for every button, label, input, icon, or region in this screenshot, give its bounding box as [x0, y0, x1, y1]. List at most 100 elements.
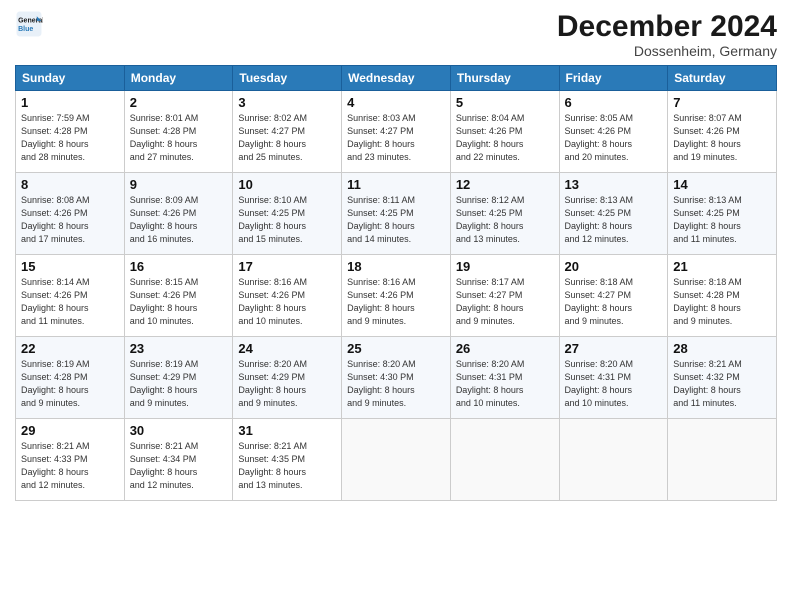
calendar-cell: 13 Sunrise: 8:13 AM Sunset: 4:25 PM Dayli…	[559, 173, 668, 255]
day-number: 28	[673, 341, 771, 356]
calendar-cell: 7 Sunrise: 8:07 AM Sunset: 4:26 PM Daylig…	[668, 91, 777, 173]
calendar-cell: 26 Sunrise: 8:20 AM Sunset: 4:31 PM Dayli…	[450, 337, 559, 419]
calendar-cell: 10 Sunrise: 8:10 AM Sunset: 4:25 PM Dayli…	[233, 173, 342, 255]
day-number: 4	[347, 95, 445, 110]
day-number: 26	[456, 341, 554, 356]
day-number: 12	[456, 177, 554, 192]
calendar-cell: 9 Sunrise: 8:09 AM Sunset: 4:26 PM Daylig…	[124, 173, 233, 255]
day-info: Sunrise: 8:07 AM Sunset: 4:26 PM Dayligh…	[673, 112, 771, 164]
calendar-cell: 6 Sunrise: 8:05 AM Sunset: 4:26 PM Daylig…	[559, 91, 668, 173]
logo: General Blue	[15, 10, 43, 38]
calendar-table: SundayMondayTuesdayWednesdayThursdayFrid…	[15, 65, 777, 501]
calendar-cell: 17Sunrise: 8:16 AM Sunset: 4:26 PM Dayli…	[233, 255, 342, 337]
calendar-cell: 21 Sunrise: 8:18 AM Sunset: 4:28 PM Dayli…	[668, 255, 777, 337]
day-number: 6	[565, 95, 663, 110]
calendar-cell: 11Sunrise: 8:11 AM Sunset: 4:25 PM Dayli…	[342, 173, 451, 255]
day-info: Sunrise: 8:10 AM Sunset: 4:25 PM Dayligh…	[238, 194, 336, 246]
day-number: 7	[673, 95, 771, 110]
calendar-week-row: 1Sunrise: 7:59 AM Sunset: 4:28 PM Daylig…	[16, 91, 777, 173]
day-info: Sunrise: 8:20 AM Sunset: 4:31 PM Dayligh…	[565, 358, 663, 410]
calendar-week-row: 15 Sunrise: 8:14 AM Sunset: 4:26 PM Dayli…	[16, 255, 777, 337]
page-header: General Blue December 2024 Dossenheim, G…	[15, 10, 777, 59]
day-info: Sunrise: 8:21 AM Sunset: 4:34 PM Dayligh…	[130, 440, 228, 492]
day-number: 3	[238, 95, 336, 110]
day-info: Sunrise: 8:09 AM Sunset: 4:26 PM Dayligh…	[130, 194, 228, 246]
day-info: Sunrise: 8:21 AM Sunset: 4:33 PM Dayligh…	[21, 440, 119, 492]
day-number: 9	[130, 177, 228, 192]
day-number: 21	[673, 259, 771, 274]
day-info: Sunrise: 8:20 AM Sunset: 4:31 PM Dayligh…	[456, 358, 554, 410]
day-number: 17	[238, 259, 336, 274]
day-number: 2	[130, 95, 228, 110]
calendar-cell: 2 Sunrise: 8:01 AM Sunset: 4:28 PM Daylig…	[124, 91, 233, 173]
calendar-cell: 27Sunrise: 8:20 AM Sunset: 4:31 PM Dayli…	[559, 337, 668, 419]
day-number: 15	[21, 259, 119, 274]
calendar-cell: 20 Sunrise: 8:18 AM Sunset: 4:27 PM Dayli…	[559, 255, 668, 337]
svg-text:General: General	[18, 17, 43, 24]
day-info: Sunrise: 8:05 AM Sunset: 4:26 PM Dayligh…	[565, 112, 663, 164]
day-number: 5	[456, 95, 554, 110]
calendar-week-row: 8 Sunrise: 8:08 AM Sunset: 4:26 PM Daylig…	[16, 173, 777, 255]
weekday-header: Saturday	[668, 66, 777, 91]
day-number: 23	[130, 341, 228, 356]
day-number: 16	[130, 259, 228, 274]
day-number: 19	[456, 259, 554, 274]
calendar-cell: 1Sunrise: 7:59 AM Sunset: 4:28 PM Daylig…	[16, 91, 125, 173]
calendar-cell: 8 Sunrise: 8:08 AM Sunset: 4:26 PM Daylig…	[16, 173, 125, 255]
day-info: Sunrise: 8:15 AM Sunset: 4:26 PM Dayligh…	[130, 276, 228, 328]
calendar-cell: 12 Sunrise: 8:12 AM Sunset: 4:25 PM Dayli…	[450, 173, 559, 255]
day-number: 13	[565, 177, 663, 192]
calendar-cell: 28 Sunrise: 8:21 AM Sunset: 4:32 PM Dayli…	[668, 337, 777, 419]
day-number: 25	[347, 341, 445, 356]
day-info: Sunrise: 8:18 AM Sunset: 4:28 PM Dayligh…	[673, 276, 771, 328]
day-number: 24	[238, 341, 336, 356]
title-block: December 2024 Dossenheim, Germany	[557, 10, 777, 59]
weekday-header: Friday	[559, 66, 668, 91]
day-info: Sunrise: 8:01 AM Sunset: 4:28 PM Dayligh…	[130, 112, 228, 164]
day-number: 11	[347, 177, 445, 192]
calendar-cell	[559, 419, 668, 501]
day-info: Sunrise: 8:21 AM Sunset: 4:32 PM Dayligh…	[673, 358, 771, 410]
calendar-cell: 22Sunrise: 8:19 AM Sunset: 4:28 PM Dayli…	[16, 337, 125, 419]
logo-icon: General Blue	[15, 10, 43, 38]
day-info: Sunrise: 8:16 AM Sunset: 4:26 PM Dayligh…	[347, 276, 445, 328]
calendar-cell: 29 Sunrise: 8:21 AM Sunset: 4:33 PM Dayli…	[16, 419, 125, 501]
weekday-header: Tuesday	[233, 66, 342, 91]
day-info: Sunrise: 8:20 AM Sunset: 4:29 PM Dayligh…	[238, 358, 336, 410]
day-info: Sunrise: 8:14 AM Sunset: 4:26 PM Dayligh…	[21, 276, 119, 328]
calendar-cell	[450, 419, 559, 501]
day-info: Sunrise: 8:03 AM Sunset: 4:27 PM Dayligh…	[347, 112, 445, 164]
day-number: 29	[21, 423, 119, 438]
day-info: Sunrise: 8:02 AM Sunset: 4:27 PM Dayligh…	[238, 112, 336, 164]
calendar-cell: 18 Sunrise: 8:16 AM Sunset: 4:26 PM Dayli…	[342, 255, 451, 337]
calendar-cell: 23 Sunrise: 8:19 AM Sunset: 4:29 PM Dayli…	[124, 337, 233, 419]
location-title: Dossenheim, Germany	[557, 43, 777, 59]
calendar-week-row: 29 Sunrise: 8:21 AM Sunset: 4:33 PM Dayli…	[16, 419, 777, 501]
day-info: Sunrise: 8:13 AM Sunset: 4:25 PM Dayligh…	[673, 194, 771, 246]
calendar-cell: 25Sunrise: 8:20 AM Sunset: 4:30 PM Dayli…	[342, 337, 451, 419]
calendar-cell: 14Sunrise: 8:13 AM Sunset: 4:25 PM Dayli…	[668, 173, 777, 255]
day-info: Sunrise: 8:13 AM Sunset: 4:25 PM Dayligh…	[565, 194, 663, 246]
day-info: Sunrise: 8:19 AM Sunset: 4:29 PM Dayligh…	[130, 358, 228, 410]
weekday-header: Wednesday	[342, 66, 451, 91]
day-number: 31	[238, 423, 336, 438]
day-number: 8	[21, 177, 119, 192]
calendar-cell	[342, 419, 451, 501]
day-info: Sunrise: 8:12 AM Sunset: 4:25 PM Dayligh…	[456, 194, 554, 246]
calendar-cell: 19Sunrise: 8:17 AM Sunset: 4:27 PM Dayli…	[450, 255, 559, 337]
weekday-header: Sunday	[16, 66, 125, 91]
day-info: Sunrise: 8:04 AM Sunset: 4:26 PM Dayligh…	[456, 112, 554, 164]
day-number: 10	[238, 177, 336, 192]
day-info: Sunrise: 8:18 AM Sunset: 4:27 PM Dayligh…	[565, 276, 663, 328]
day-number: 22	[21, 341, 119, 356]
month-title: December 2024	[557, 10, 777, 43]
day-number: 18	[347, 259, 445, 274]
calendar-cell: 31 Sunrise: 8:21 AM Sunset: 4:35 PM Dayli…	[233, 419, 342, 501]
calendar-cell: 3 Sunrise: 8:02 AM Sunset: 4:27 PM Daylig…	[233, 91, 342, 173]
day-number: 1	[21, 95, 119, 110]
calendar-cell: 15 Sunrise: 8:14 AM Sunset: 4:26 PM Dayli…	[16, 255, 125, 337]
day-number: 20	[565, 259, 663, 274]
day-info: Sunrise: 8:21 AM Sunset: 4:35 PM Dayligh…	[238, 440, 336, 492]
calendar-header-row: SundayMondayTuesdayWednesdayThursdayFrid…	[16, 66, 777, 91]
day-info: Sunrise: 8:08 AM Sunset: 4:26 PM Dayligh…	[21, 194, 119, 246]
